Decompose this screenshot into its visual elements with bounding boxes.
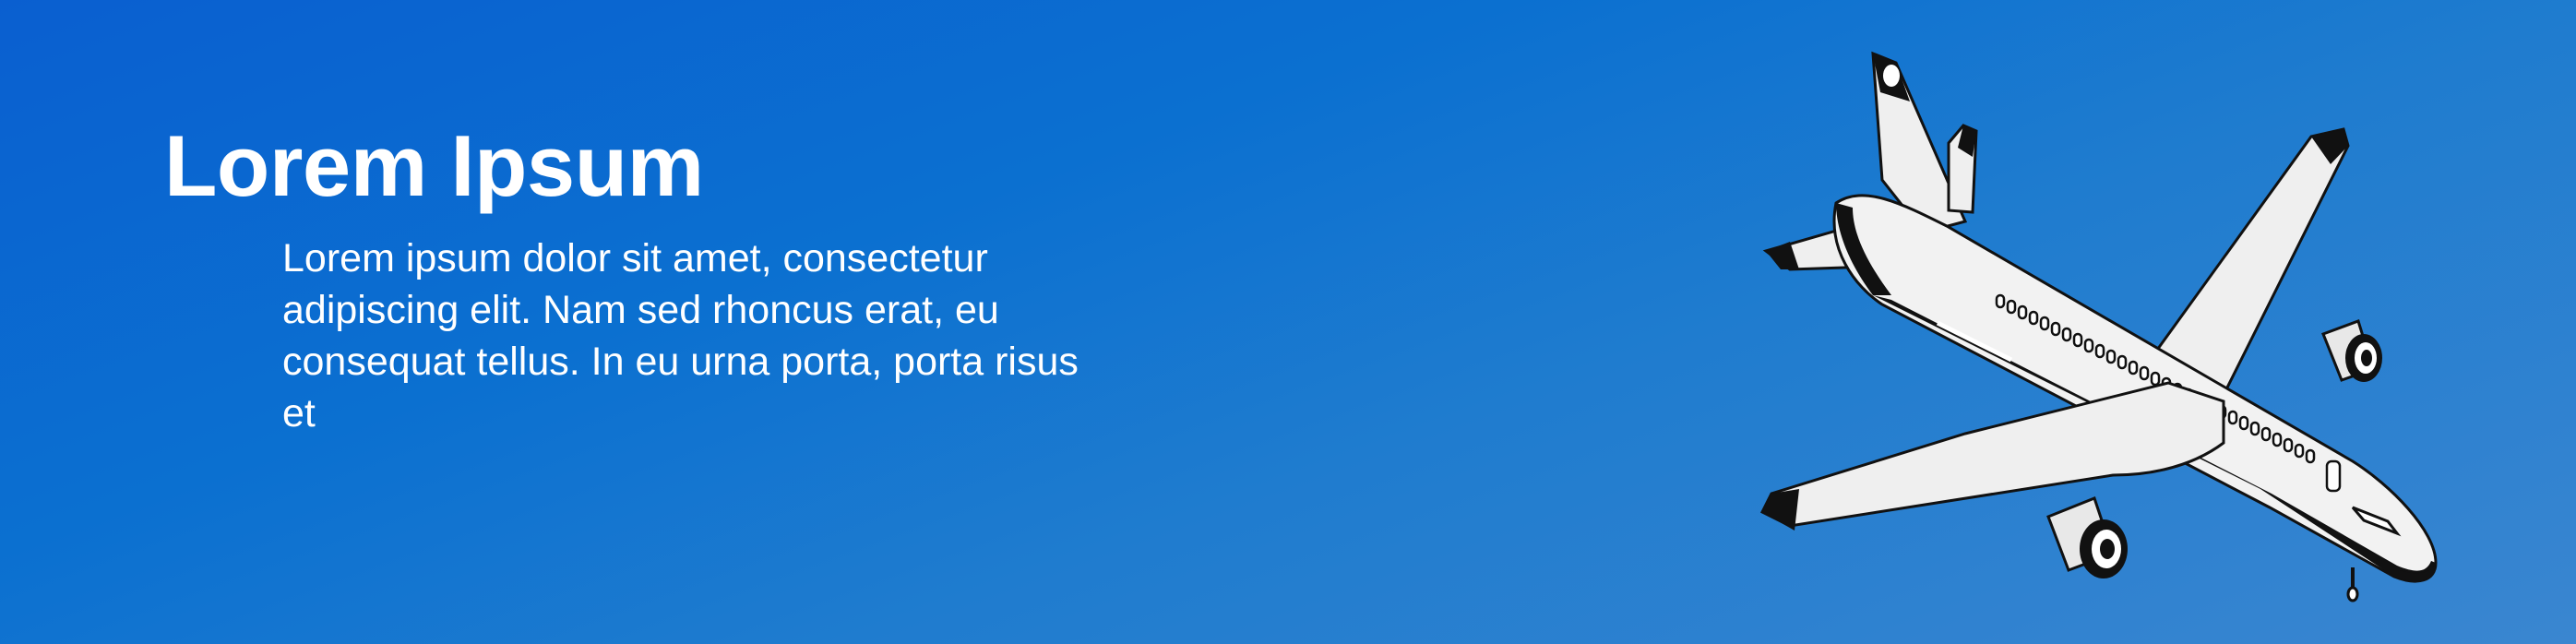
- airplane-icon: [1707, 28, 2463, 618]
- hero-banner: Lorem Ipsum Lorem ipsum dolor sit amet, …: [0, 0, 2576, 644]
- banner-description: Lorem ipsum dolor sit amet, consectetur …: [282, 236, 1079, 435]
- banner-title: Lorem Ipsum: [164, 117, 704, 214]
